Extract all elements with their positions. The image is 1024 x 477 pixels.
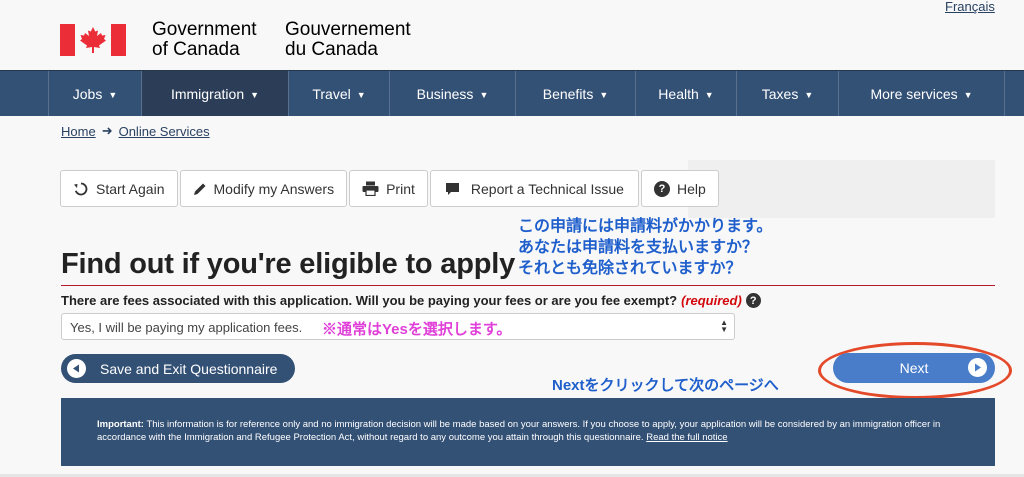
government-name-english: Government of Canada xyxy=(152,19,257,60)
questionnaire-toolbar: Start Again Modify my Answers Print Repo… xyxy=(60,170,719,207)
question-help-icon[interactable]: ? xyxy=(745,293,761,308)
nav-item-taxes[interactable]: Taxes ▼ xyxy=(736,71,838,116)
chevron-right-circle-icon xyxy=(968,358,987,377)
nav-item-business[interactable]: Business ▼ xyxy=(389,71,515,116)
fee-question-label: There are fees associated with this appl… xyxy=(61,293,761,308)
read-full-notice-link[interactable]: Read the full notice xyxy=(646,432,727,443)
chevron-down-icon: ▼ xyxy=(108,89,118,100)
fee-select-value: Yes, I will be paying my application fee… xyxy=(70,320,303,335)
undo-icon xyxy=(74,182,88,195)
breadcrumb-arrow-icon: ➜ xyxy=(101,123,113,138)
nav-item-more-services[interactable]: More services ▼ xyxy=(838,71,1005,116)
breadcrumb-online-services-link[interactable]: Online Services xyxy=(119,124,210,139)
next-button[interactable]: Next xyxy=(833,353,995,383)
question-circle-icon: ? xyxy=(653,180,670,197)
printer-icon xyxy=(362,181,379,196)
chevron-down-icon: ▼ xyxy=(250,89,260,100)
modify-answers-button[interactable]: Modify my Answers xyxy=(179,170,348,207)
chevron-left-circle-icon xyxy=(67,359,86,378)
title-divider xyxy=(61,285,995,286)
side-panel-background xyxy=(688,160,995,218)
canada-flag-icon xyxy=(60,24,126,56)
breadcrumb-home-link[interactable]: Home xyxy=(61,124,96,139)
important-notice: Important: This information is for refer… xyxy=(61,398,995,466)
report-issue-button[interactable]: Report a Technical Issue xyxy=(429,170,639,207)
nav-item-benefits[interactable]: Benefits ▼ xyxy=(515,71,635,116)
chevron-down-icon: ▼ xyxy=(356,89,366,100)
pencil-icon xyxy=(193,183,205,195)
start-again-button[interactable]: Start Again xyxy=(60,170,178,207)
nav-item-health[interactable]: Health ▼ xyxy=(635,71,736,116)
main-navigation: Jobs ▼ Immigration ▼ Travel ▼ Business ▼ Ben… xyxy=(0,70,1024,116)
required-marker: (required) xyxy=(681,293,742,308)
select-arrows-icon: ▲ ▼ xyxy=(720,318,728,334)
chevron-down-icon: ▼ xyxy=(804,89,814,100)
nav-item-jobs[interactable]: Jobs ▼ xyxy=(48,71,141,116)
chevron-down-icon: ▼ xyxy=(479,89,489,100)
government-name-french: Gouvernement du Canada xyxy=(285,19,411,60)
save-exit-button[interactable]: Save and Exit Questionnaire xyxy=(61,354,295,383)
select-annotation-note: ※通常はYesを選択します。 xyxy=(322,321,512,338)
nav-item-travel[interactable]: Travel ▼ xyxy=(288,71,389,116)
government-signature[interactable]: Government of Canada Gouvernement du Can… xyxy=(60,20,411,60)
notice-text: This information is for reference only a… xyxy=(97,419,941,443)
breadcrumb: Home ➜ Online Services xyxy=(61,123,210,139)
chevron-down-icon: ▼ xyxy=(704,89,714,100)
notice-label: Important: xyxy=(97,419,144,430)
comment-icon xyxy=(445,182,459,195)
help-button[interactable]: ? Help xyxy=(640,170,719,207)
next-annotation-note: Nextをクリックして次のページへ xyxy=(552,377,779,394)
fee-annotation-note: この申請には申請料がかかります。 あなたは申請料を支払いますか？ それとも免除さ… xyxy=(518,218,773,277)
print-button[interactable]: Print xyxy=(349,170,428,207)
page-title: Find out if you're eligible to apply xyxy=(61,248,516,280)
chevron-down-icon: ▼ xyxy=(599,89,609,100)
language-toggle-link[interactable]: Français xyxy=(945,0,995,14)
nav-item-immigration[interactable]: Immigration ▼ xyxy=(141,71,288,116)
chevron-down-icon: ▼ xyxy=(963,89,973,100)
